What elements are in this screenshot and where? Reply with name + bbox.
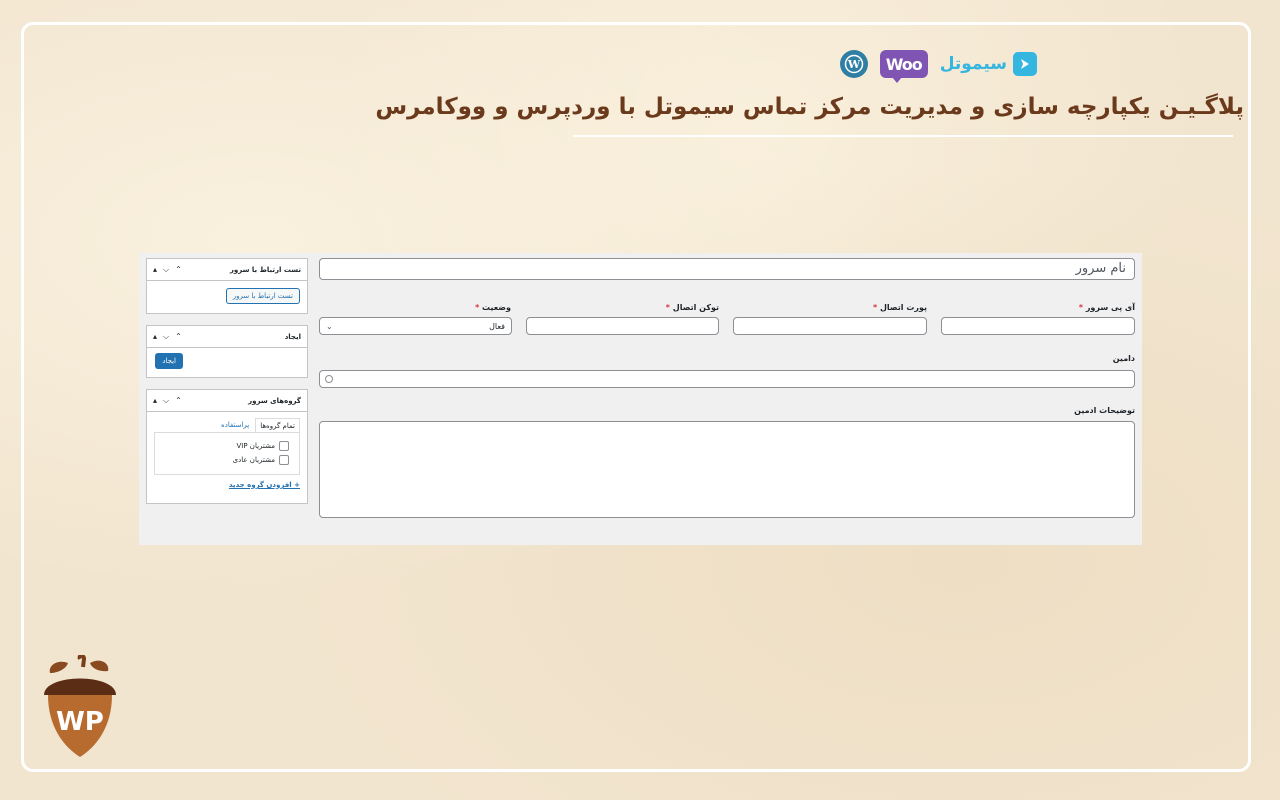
test-connection-header: ▴ ⌵ ⌃ تست ارتباط با سرور xyxy=(147,259,307,281)
page-headline: پلاگـیـن یکپارچه سازی و مدیریت مرکز تماس… xyxy=(375,94,1244,120)
tab-all-groups[interactable]: تمام گروه‌ها xyxy=(255,418,300,433)
chevron-down-icon[interactable]: ⌵ xyxy=(163,265,169,275)
token-input[interactable] xyxy=(526,317,719,335)
server-groups-title: گروه‌های سرور xyxy=(248,396,301,405)
server-name-input[interactable]: نام سرور xyxy=(319,258,1135,280)
groups-tabs: تمام گروه‌ها پراستفاده xyxy=(215,418,300,433)
port-label: پورت اتصال * xyxy=(872,303,927,312)
ip-label: آی پی سرور * xyxy=(1078,303,1135,312)
status-select-value: فعال xyxy=(489,321,505,331)
headline-divider xyxy=(573,135,1233,137)
woo-logo-text: Woo xyxy=(885,54,923,74)
chevron-up-icon[interactable]: ⌃ xyxy=(175,396,182,406)
ip-input[interactable] xyxy=(941,317,1135,335)
test-connection-button[interactable]: تست ارتباط با سرور xyxy=(225,288,300,304)
tab-most-used[interactable]: پراستفاده xyxy=(215,418,255,433)
group-label: مشتریان عادی xyxy=(232,456,275,464)
woo-logo: Woo xyxy=(879,50,928,83)
logo-text: WP xyxy=(56,707,104,737)
brand-logos: W Woo سیموتل xyxy=(839,48,1037,83)
simotel-logo-text: سیموتل xyxy=(939,54,1007,74)
checkbox[interactable] xyxy=(279,441,289,451)
checkbox[interactable] xyxy=(279,455,289,465)
server-groups-header: ▴ ⌵ ⌃ گروه‌های سرور xyxy=(147,390,307,412)
publish-title: ایجاد xyxy=(284,332,301,341)
token-label: توکن اتصال * xyxy=(665,303,719,312)
group-label: مشتریان VIP xyxy=(236,442,276,450)
domain-label: دامین xyxy=(1112,354,1135,363)
chevron-down-icon: ⌄ xyxy=(326,321,333,331)
move-up-icon[interactable]: ▴ xyxy=(153,396,157,406)
box-controls: ▴ ⌵ ⌃ xyxy=(153,265,182,275)
chevron-up-icon[interactable]: ⌃ xyxy=(175,265,182,275)
wordpress-logo-icon: W xyxy=(839,50,868,78)
server-groups-box: ▴ ⌵ ⌃ گروه‌های سرور تمام گروه‌ها پراستفا… xyxy=(146,389,308,504)
chevron-down-icon[interactable]: ⌵ xyxy=(163,396,169,406)
status-label: وضعیت * xyxy=(475,303,511,312)
list-item[interactable]: مشتریان عادی xyxy=(165,455,289,465)
test-connection-box: ▴ ⌵ ⌃ تست ارتباط با سرور تست ارتباط با س… xyxy=(146,258,308,314)
port-input[interactable] xyxy=(733,317,927,335)
move-up-icon[interactable]: ▴ xyxy=(153,332,157,342)
add-new-group-link[interactable]: + افزودن گروه جدید xyxy=(229,481,300,489)
publish-box: ▴ ⌵ ⌃ ایجاد ایجاد xyxy=(146,325,308,378)
list-item[interactable]: مشتریان VIP xyxy=(165,441,289,451)
publish-header: ▴ ⌵ ⌃ ایجاد xyxy=(147,326,307,348)
box-controls: ▴ ⌵ ⌃ xyxy=(153,396,182,406)
create-button[interactable]: ایجاد xyxy=(155,353,183,369)
svg-text:W: W xyxy=(847,58,861,71)
groups-checklist: مشتریان VIP مشتریان عادی xyxy=(154,432,300,475)
simotel-icon xyxy=(1013,52,1037,76)
box-controls: ▴ ⌵ ⌃ xyxy=(153,332,182,342)
admin-notes-textarea[interactable] xyxy=(319,421,1135,518)
wp-acorn-logo: WP xyxy=(40,653,120,764)
status-select[interactable]: فعال ⌄ xyxy=(319,317,512,335)
chevron-up-icon[interactable]: ⌃ xyxy=(175,332,182,342)
simotel-logo: سیموتل xyxy=(940,52,1037,76)
globe-icon xyxy=(325,375,333,383)
domain-input[interactable] xyxy=(319,370,1135,388)
wp-admin-screenshot: نام سرور آی پی سرور * پورت اتصال * توکن … xyxy=(139,253,1142,545)
move-up-icon[interactable]: ▴ xyxy=(153,265,157,275)
chevron-down-icon[interactable]: ⌵ xyxy=(163,332,169,342)
test-connection-title: تست ارتباط با سرور xyxy=(229,265,301,274)
notes-label: توضیحات ادمین xyxy=(1074,406,1135,415)
